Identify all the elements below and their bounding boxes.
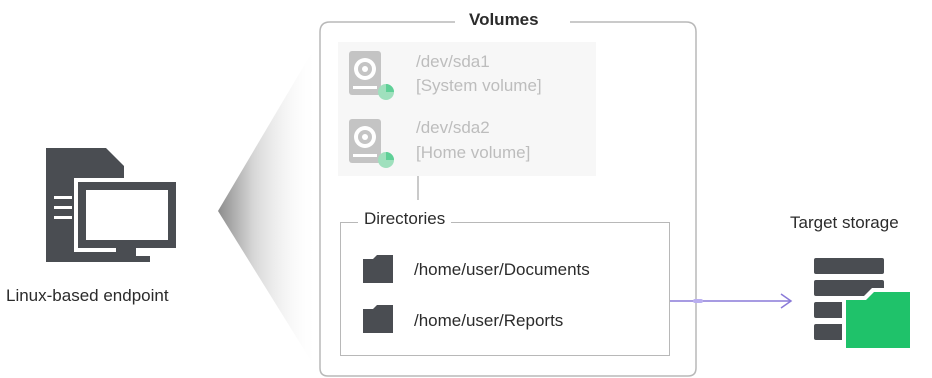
volume-description: [System volume] — [416, 76, 542, 95]
volumes-title: Volumes — [461, 10, 547, 30]
volume-description: [Home volume] — [416, 143, 531, 162]
target-storage-label: Target storage — [790, 213, 899, 232]
storage-folder-icon — [812, 258, 916, 359]
endpoint-label: Linux-based endpoint — [6, 286, 169, 305]
disk-icon — [348, 118, 396, 175]
folder-icon — [361, 255, 395, 290]
directories-title: Directories — [358, 209, 452, 229]
directory-path: /home/user/Reports — [414, 311, 564, 330]
arrow-dot — [693, 299, 703, 303]
volume-path: /dev/sda1 — [416, 52, 490, 71]
volume-path: /dev/sda2 — [416, 118, 490, 137]
folder-icon — [361, 305, 395, 340]
linux-endpoint-icon — [44, 146, 184, 273]
directory-path: /home/user/Documents — [414, 260, 590, 279]
disk-icon — [348, 50, 396, 107]
zoom-cone — [218, 42, 318, 372]
